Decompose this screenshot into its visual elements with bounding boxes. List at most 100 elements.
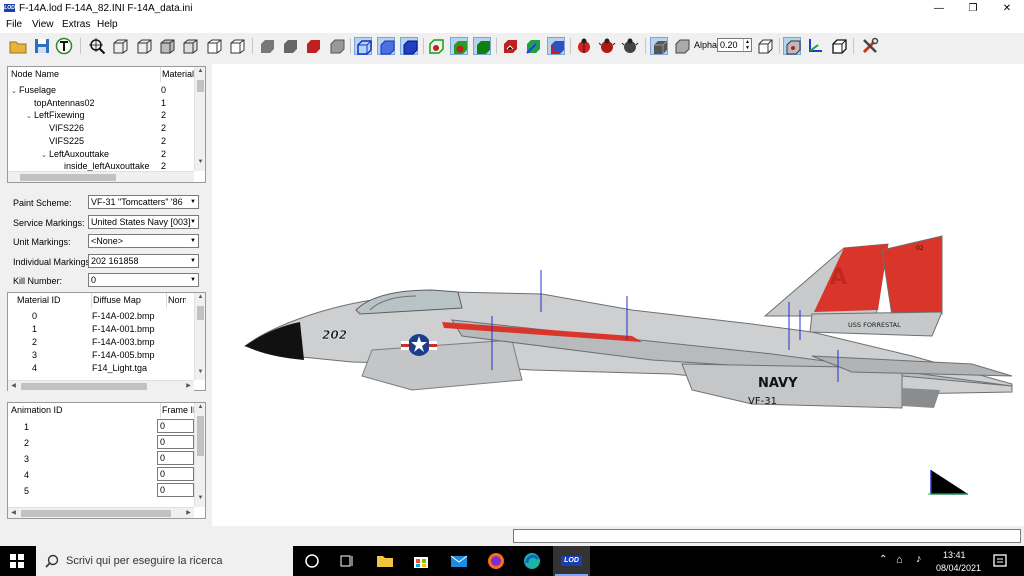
scroll-up-icon[interactable]: ▲ — [195, 68, 206, 74]
paint-scheme-select[interactable]: VF-31 "Tomcatters" '86 ▼ — [88, 195, 199, 209]
windows-start-icon[interactable] — [10, 554, 24, 568]
clock-date[interactable]: 08/04/2021 — [936, 563, 981, 573]
axes-icon[interactable] — [806, 37, 824, 55]
mesh-axes-icon[interactable] — [547, 37, 565, 55]
widgets-icon[interactable] — [337, 551, 357, 571]
node-tree-vscroll[interactable]: ▲ ▼ — [194, 67, 205, 171]
shade-smooth-icon[interactable] — [281, 37, 299, 55]
service-markings-select[interactable]: United States Navy [003] ▼ — [88, 215, 199, 229]
tree-row[interactable]: VIFS226 2 — [11, 122, 194, 134]
tree-row[interactable]: ⌄ Fuselage 0 — [11, 84, 194, 96]
frame-box-icon[interactable] — [830, 37, 848, 55]
edge-icon[interactable] — [522, 551, 542, 571]
material-id-header[interactable]: Material ID — [17, 293, 92, 308]
volume-icon[interactable]: ♪ — [916, 553, 922, 565]
bug-red-icon[interactable] — [575, 37, 593, 55]
menu-help[interactable]: Help — [97, 19, 118, 30]
scroll-right-icon[interactable]: ▶ — [183, 382, 194, 389]
bug-grey-icon[interactable] — [621, 37, 639, 55]
frame-id-header[interactable]: Frame ID — [160, 403, 194, 418]
frame-id-input[interactable]: 0 — [157, 419, 194, 433]
cube-solid-icon[interactable] — [650, 37, 668, 55]
materials-vscroll[interactable]: ▲ ▼ — [194, 293, 205, 380]
animation-id-header[interactable]: Animation ID — [11, 403, 161, 418]
scroll-left-icon[interactable]: ◀ — [8, 509, 19, 516]
cube-outline-icon[interactable] — [756, 37, 774, 55]
unit-markings-select[interactable]: <None> ▼ — [88, 234, 199, 248]
bounding-box-icon[interactable] — [783, 37, 801, 55]
zoom-fit-icon[interactable] — [88, 37, 106, 55]
normal-map-header[interactable]: Norm — [166, 293, 186, 308]
close-button[interactable]: ✕ — [990, 0, 1024, 17]
3d-viewport[interactable]: 202 A USS FORRESTAL 02 NAVY VF-31 — [212, 64, 1024, 526]
scroll-left-icon[interactable]: ◀ — [8, 382, 19, 389]
notifications-icon[interactable] — [990, 551, 1010, 571]
scroll-up-icon[interactable]: ▲ — [195, 294, 206, 300]
material-row[interactable]: 0 F-14A-002.bmp — [8, 310, 194, 322]
diffuse-map-header[interactable]: Diffuse Map — [91, 293, 167, 308]
scroll-down-icon[interactable]: ▼ — [195, 159, 206, 165]
animations-hscroll[interactable]: ◀ ▶ — [8, 507, 194, 518]
solid-green-icon[interactable] — [450, 37, 468, 55]
wireframe-green-icon[interactable] — [427, 37, 445, 55]
menu-file[interactable]: File — [6, 19, 22, 30]
shade-color-icon[interactable] — [304, 37, 322, 55]
scroll-right-icon[interactable]: ▶ — [183, 509, 194, 516]
node-name-header[interactable]: Node Name — [11, 67, 161, 82]
view-right-icon[interactable] — [181, 37, 199, 55]
wireframe-blue-icon[interactable] — [354, 37, 372, 55]
material-header[interactable]: Material — [160, 67, 194, 82]
taskbar-search-box[interactable]: Scrivi qui per eseguire la ricerca — [36, 546, 293, 576]
tools-icon[interactable] — [861, 37, 879, 55]
node-tree-hscroll[interactable] — [8, 171, 194, 182]
alpha-spinbox[interactable]: 0.20 ▲ ▼ — [717, 38, 752, 52]
scroll-down-icon[interactable]: ▼ — [195, 369, 206, 375]
view-bottom-icon[interactable] — [228, 37, 246, 55]
texture-button[interactable] — [55, 37, 73, 55]
frame-id-input[interactable]: 0 — [157, 483, 194, 497]
mesh-normals-icon[interactable] — [524, 37, 542, 55]
tree-row[interactable]: topAntennas02 1 — [11, 97, 194, 109]
animations-vscroll[interactable]: ▲ ▼ — [194, 403, 205, 507]
task-view-icon[interactable] — [302, 551, 322, 571]
scroll-up-icon[interactable]: ▲ — [195, 404, 206, 410]
network-icon[interactable]: ⌂ — [896, 554, 903, 566]
frame-id-input[interactable]: 0 — [157, 467, 194, 481]
view-top-icon[interactable] — [205, 37, 223, 55]
material-row[interactable]: 1 F-14A-001.bmp — [8, 323, 194, 335]
frame-id-input[interactable]: 0 — [157, 435, 194, 449]
material-row[interactable]: 2 F-14A-003.bmp — [8, 336, 194, 348]
shade-grey-icon[interactable] — [328, 37, 346, 55]
minimize-button[interactable]: — — [922, 0, 956, 17]
menu-extras[interactable]: Extras — [62, 19, 90, 30]
kill-number-select[interactable]: 0 ▼ — [88, 273, 199, 287]
tree-row[interactable]: ⌄ LeftFixewing 2 — [11, 109, 194, 121]
view-back-icon[interactable] — [135, 37, 153, 55]
frame-id-input[interactable]: 0 — [157, 451, 194, 465]
save-button[interactable] — [33, 37, 51, 55]
cube-alpha-icon[interactable] — [673, 37, 691, 55]
solid-green-dark-icon[interactable] — [473, 37, 491, 55]
material-row[interactable]: 3 F-14A-005.bmp — [8, 349, 194, 361]
menu-view[interactable]: View — [32, 19, 54, 30]
restore-button[interactable]: ❐ — [956, 0, 990, 17]
view-front-icon[interactable] — [111, 37, 129, 55]
material-row[interactable]: 4 F14_Light.tga — [8, 362, 194, 374]
clock-time[interactable]: 13:41 — [943, 550, 966, 560]
firefox-icon[interactable] — [486, 551, 506, 571]
shade-flat-icon[interactable] — [258, 37, 276, 55]
mesh-red-icon[interactable] — [501, 37, 519, 55]
tree-row[interactable]: VIFS225 2 — [11, 135, 194, 147]
wireframe-blue-dark-icon[interactable] — [400, 37, 418, 55]
mail-icon[interactable] — [449, 551, 469, 571]
wireframe-blue-solid-icon[interactable] — [377, 37, 395, 55]
alpha-spin-arrows[interactable]: ▲ ▼ — [743, 39, 751, 51]
bug-dark-icon[interactable] — [598, 37, 616, 55]
view-left-icon[interactable] — [158, 37, 176, 55]
scroll-down-icon[interactable]: ▼ — [195, 495, 206, 501]
individual-markings-select[interactable]: 202 161858 ▼ — [88, 254, 199, 268]
tree-row[interactable]: ⌄ LeftAuxouttake 2 — [11, 148, 194, 160]
lod-app-button[interactable]: LOD — [553, 546, 590, 576]
open-file-button[interactable] — [9, 37, 27, 55]
materials-hscroll[interactable]: ◀ ▶ — [8, 380, 194, 391]
